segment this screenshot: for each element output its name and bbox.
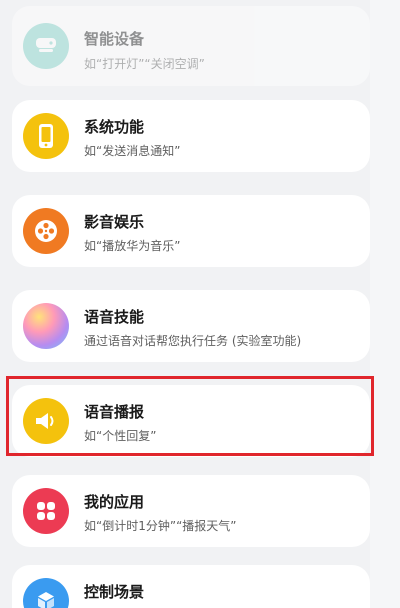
voice-skill-orb-icon: [23, 303, 69, 349]
phone-icon: [23, 113, 69, 159]
category-subtitle: 如“个性回复”: [84, 429, 157, 443]
category-card-voice-broadcast[interactable]: 语音播报 如“个性回复”: [12, 385, 370, 457]
category-title: 语音播报: [84, 403, 145, 421]
category-subtitle: 如“打开灯”“关闭空调”: [84, 57, 205, 71]
category-card-smart-devices[interactable]: 智能设备 如“打开灯”“关闭空调”: [12, 6, 370, 86]
film-reel-icon: [23, 208, 69, 254]
voice-command-category-list: 智能设备 如“打开灯”“关闭空调” 系统功能 如“发送消息通知” 影音娱乐 如“…: [0, 0, 400, 608]
category-card-media-entertainment[interactable]: 影音娱乐 如“播放华为音乐”: [12, 195, 370, 267]
category-card-control-scenes[interactable]: 控制场景: [12, 565, 370, 608]
side-strip: [370, 0, 400, 608]
category-title: 控制场景: [84, 583, 145, 601]
category-title: 我的应用: [84, 493, 145, 511]
category-card-my-apps[interactable]: 我的应用 如“倒计时1分钟”“播报天气”: [12, 475, 370, 547]
category-subtitle: 如“倒计时1分钟”“播报天气”: [84, 519, 237, 533]
category-card-voice-skills[interactable]: 语音技能 通过语音对话帮您执行任务 (实验室功能): [12, 290, 370, 362]
category-title: 影音娱乐: [84, 213, 145, 231]
category-title: 语音技能: [84, 308, 145, 326]
category-subtitle: 如“播放华为音乐”: [84, 239, 181, 253]
category-subtitle: 通过语音对话帮您执行任务 (实验室功能): [84, 334, 302, 348]
speaker-icon: [23, 398, 69, 444]
category-card-system-functions[interactable]: 系统功能 如“发送消息通知”: [12, 100, 370, 172]
category-subtitle: 如“发送消息通知”: [84, 144, 181, 158]
app-grid-icon: [23, 488, 69, 534]
category-title: 智能设备: [84, 30, 145, 48]
category-title: 系统功能: [84, 118, 145, 136]
smart-device-icon: [23, 23, 69, 69]
cube-icon: [23, 578, 69, 608]
